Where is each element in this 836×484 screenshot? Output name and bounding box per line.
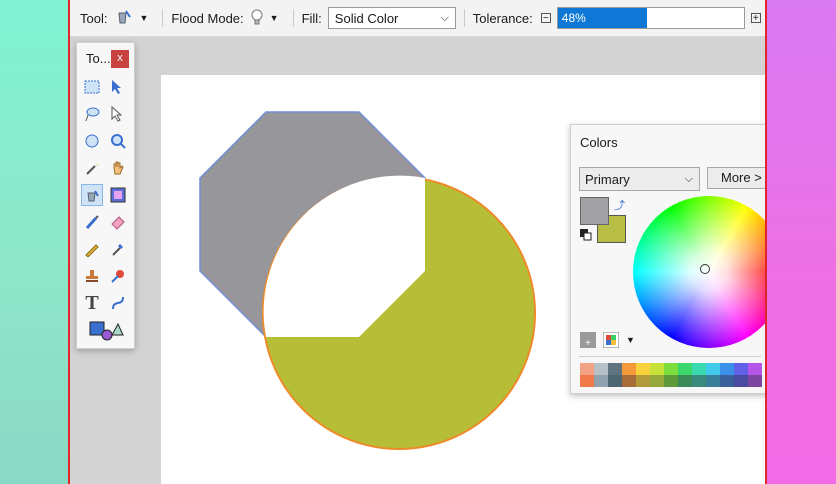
toolbar-divider [292,9,294,27]
rectangle-select-icon[interactable] [81,76,103,98]
text-tool-icon[interactable]: T [81,292,103,314]
lasso-select-icon[interactable] [81,103,103,125]
palette-swatch[interactable] [678,363,692,375]
paint-bucket-tool-icon[interactable] [81,184,103,206]
tools-panel-title: To... [86,51,111,66]
palette-swatch[interactable] [706,363,720,375]
tool-dropdown-arrow-icon[interactable]: ▼ [139,13,148,23]
close-icon[interactable]: x [111,50,129,68]
move-selected-icon[interactable] [107,76,129,98]
line-curve-icon[interactable] [107,292,129,314]
palette-swatch[interactable] [622,375,636,387]
tool-options-toolbar: Tool: ▼ Flood Mode: ▼ Fill: Solid Color … [70,0,765,37]
palette-swatch[interactable] [622,363,636,375]
pencil-icon[interactable] [81,238,103,260]
palette-swatch[interactable] [706,375,720,387]
palette-swatch[interactable] [580,363,594,375]
palette-swatch[interactable] [720,375,734,387]
palette-swatch[interactable] [692,375,706,387]
palette-swatch[interactable] [594,363,608,375]
palette-swatch[interactable] [580,375,594,387]
tolerance-label: Tolerance: [472,10,533,26]
chevron-down-icon: ⌵ [440,11,449,24]
palette-divider [579,356,761,357]
eraser-icon[interactable] [107,211,129,233]
swap-colors-icon[interactable]: ⤴ [614,197,625,213]
primary-dropdown-value: Primary [585,171,630,187]
zoom-icon[interactable] [107,130,129,152]
primary-color-swatch[interactable] [580,197,609,225]
tolerance-decrease-icon[interactable]: − [540,13,551,24]
shapes-icon[interactable] [86,319,126,341]
fill-dropdown[interactable]: Solid Color ⌵ [327,7,456,29]
palette-swatch[interactable] [748,363,762,375]
primary-color-dropdown[interactable]: Primary ⌵ [579,167,700,191]
flood-mode-label: Flood Mode: [171,10,244,26]
desktop-background-right [767,0,836,484]
reset-colors-icon[interactable] [580,229,592,244]
colors-panel-title: Colors [580,135,618,150]
palette-swatch[interactable] [720,363,734,375]
paint-bucket-icon[interactable] [113,7,133,30]
palette-dropdown-arrow-icon[interactable]: ▼ [626,335,635,345]
palette-swatch[interactable] [650,363,664,375]
palette-swatch[interactable] [664,363,678,375]
tolerance-increase-icon[interactable]: + [750,13,761,24]
tools-panel-header: To... x [77,43,134,73]
flood-mode-dropdown-arrow-icon[interactable]: ▼ [270,13,279,23]
text-tool-glyph: T [85,291,99,314]
more-button[interactable]: More > [707,167,765,189]
svg-text:+: + [585,338,591,348]
paint-window: Tool: ▼ Flood Mode: ▼ Fill: Solid Color … [68,0,767,484]
chevron-down-icon: ⌵ [684,172,693,185]
add-color-icon[interactable]: + [580,332,596,351]
palette-menu-icon[interactable] [602,331,620,351]
color-picker-icon[interactable] [107,238,129,260]
colors-panel: Colors Primary ⌵ More > ⤴ + ▼ [570,124,765,394]
palette-swatch[interactable] [734,375,748,387]
palette-swatch[interactable] [650,375,664,387]
palette-swatch[interactable] [608,375,622,387]
gradient-icon[interactable] [107,184,129,206]
paintbrush-icon[interactable] [81,211,103,233]
fill-dropdown-value: Solid Color [334,10,399,26]
palette-swatch[interactable] [608,363,622,375]
ellipse-select-icon[interactable] [81,130,103,152]
recolor-icon[interactable] [107,265,129,287]
palette-swatch[interactable] [748,375,762,387]
palette-swatch[interactable] [692,363,706,375]
tools-panel: To... x T [76,42,135,349]
color-palette [580,363,762,387]
palette-swatch[interactable] [636,363,650,375]
toolbar-divider [463,9,465,27]
tolerance-slider[interactable]: 48% [556,7,745,29]
palette-swatch[interactable] [734,363,748,375]
palette-swatch[interactable] [594,375,608,387]
pan-hand-icon[interactable] [107,157,129,179]
tolerance-value: 48% [561,11,586,25]
palette-swatch[interactable] [636,375,650,387]
move-selection-icon[interactable] [107,103,129,125]
clone-stamp-icon[interactable] [81,265,103,287]
magic-wand-icon[interactable] [81,157,103,179]
color-wheel-cursor[interactable] [700,264,710,274]
lightbulb-icon[interactable] [250,8,264,29]
palette-swatch[interactable] [678,375,692,387]
palette-swatch[interactable] [664,375,678,387]
tool-label: Tool: [80,10,108,26]
desktop-background-left [0,0,68,484]
toolbar-divider [162,9,164,27]
fill-label: Fill: [301,10,322,26]
